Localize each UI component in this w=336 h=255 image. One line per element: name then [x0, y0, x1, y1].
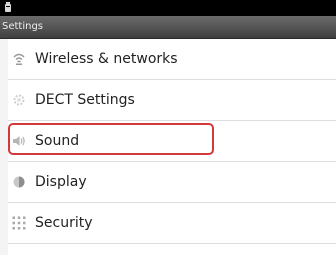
status-bar — [0, 0, 336, 16]
settings-item-wireless[interactable]: Wireless & networks — [8, 39, 336, 80]
settings-item-label: Wireless & networks — [35, 51, 178, 67]
dect-settings-highlight — [8, 123, 214, 155]
screen-title: Settings — [2, 21, 44, 32]
settings-item-label: Display — [35, 174, 87, 190]
gear-icon — [13, 94, 25, 106]
settings-item-label: Security — [35, 215, 93, 231]
display-icon — [13, 176, 25, 188]
grid-lock-icon — [12, 216, 26, 230]
settings-item-label: DECT Settings — [35, 92, 135, 108]
title-bar: Settings — [0, 16, 336, 39]
android-notification-icon — [5, 2, 11, 12]
settings-item-dect[interactable]: DECT Settings — [8, 80, 336, 121]
settings-list: Wireless & networks DECT Settings Sound … — [8, 39, 336, 255]
android-screen: Settings Wireless & networks DECT Settin… — [0, 0, 336, 255]
wifi-icon — [13, 53, 25, 65]
settings-item-security[interactable]: Security — [8, 203, 336, 244]
settings-item-display[interactable]: Display — [8, 162, 336, 203]
